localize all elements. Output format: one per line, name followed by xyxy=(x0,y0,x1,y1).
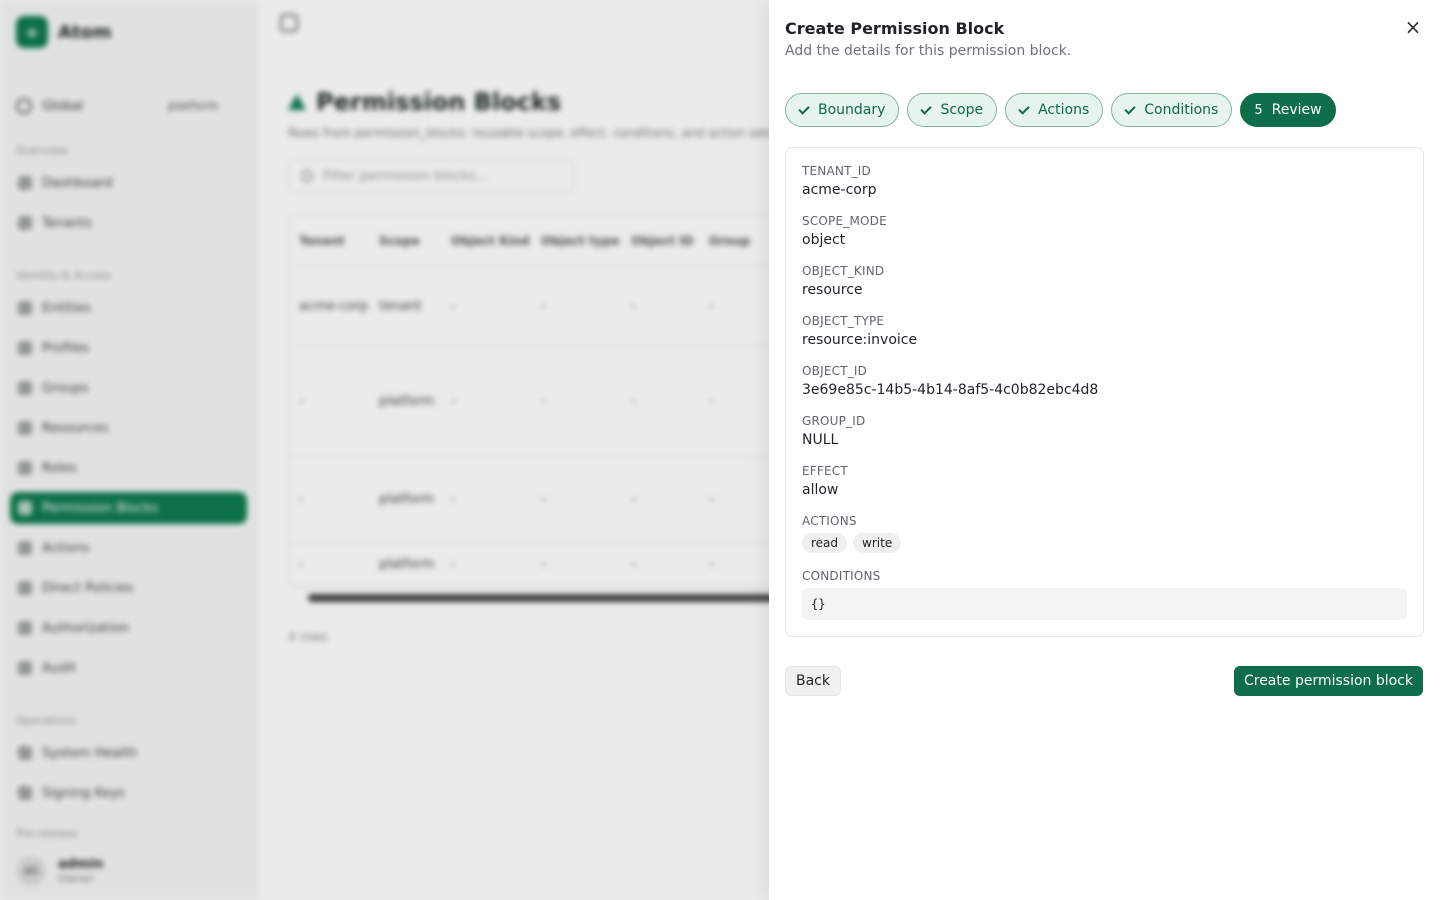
field-label: CONDITIONS xyxy=(802,569,881,583)
field-label: OBJECT_TYPE xyxy=(802,314,885,328)
step-label: Actions xyxy=(1038,102,1090,118)
field-value: allow xyxy=(802,482,839,498)
step-conditions[interactable]: Conditions xyxy=(1111,93,1233,127)
create-permission-block-button[interactable]: Create permission block xyxy=(1233,666,1423,696)
step-review[interactable]: 5 Review xyxy=(1240,93,1336,127)
field-label: OBJECT_ID xyxy=(802,364,868,378)
field-group-id: GROUP_ID NULL xyxy=(802,414,1407,448)
field-scope-mode: SCOPE_MODE object xyxy=(802,214,1407,248)
conditions-code: {} xyxy=(802,588,1407,620)
panel-title: Create Permission Block xyxy=(785,19,1005,38)
field-value: object xyxy=(802,232,846,248)
field-value: resource xyxy=(802,282,863,298)
check-icon xyxy=(1124,102,1136,115)
check-icon xyxy=(1018,102,1030,115)
field-label: ACTIONS xyxy=(802,514,857,528)
field-object-type: OBJECT_TYPE resource:invoice xyxy=(802,314,1407,348)
field-object-kind: OBJECT_KIND resource xyxy=(802,264,1407,298)
create-permission-block-panel: Create Permission Block Add the details … xyxy=(769,0,1440,900)
step-label: Boundary xyxy=(818,102,886,118)
action-chips: read write xyxy=(802,533,1407,553)
step-label: Conditions xyxy=(1144,102,1219,118)
close-button[interactable]: × xyxy=(1402,15,1424,39)
field-value: 3e69e85c-14b5-4b14-8af5-4c0b82ebc4d8 xyxy=(802,382,1099,398)
field-object-id: OBJECT_ID 3e69e85c-14b5-4b14-8af5-4c0b82… xyxy=(802,364,1407,398)
field-actions: ACTIONS read write xyxy=(802,514,1407,553)
field-conditions: CONDITIONS {} xyxy=(802,569,1407,620)
field-tenant-id: TENANT_ID acme-corp xyxy=(802,164,1407,198)
panel-description: Add the details for this permission bloc… xyxy=(785,43,1072,59)
step-actions[interactable]: Actions xyxy=(1005,93,1104,127)
step-label: Scope xyxy=(940,102,984,118)
step-scope[interactable]: Scope xyxy=(907,93,998,127)
step-boundary[interactable]: Boundary xyxy=(785,93,900,127)
back-button[interactable]: Back xyxy=(785,666,841,696)
field-effect: EFFECT allow xyxy=(802,464,1407,498)
field-value: resource:invoice xyxy=(802,332,918,348)
field-label: SCOPE_MODE xyxy=(802,214,887,228)
field-value: acme-corp xyxy=(802,182,877,198)
field-label: EFFECT xyxy=(802,464,848,478)
step-label: Review xyxy=(1271,102,1322,118)
check-icon xyxy=(920,102,933,115)
panel-actions: Back Create permission block xyxy=(785,666,1424,696)
review-summary: TENANT_ID acme-corp SCOPE_MODE object OB… xyxy=(785,147,1424,637)
field-label: TENANT_ID xyxy=(802,164,871,178)
action-chip: read xyxy=(802,533,848,553)
field-value: NULL xyxy=(802,432,839,448)
step-number: 5 xyxy=(1254,102,1263,118)
wizard-steps: Boundary Scope Actions Conditions 5 Revi… xyxy=(785,93,1424,127)
field-label: OBJECT_KIND xyxy=(802,264,885,278)
action-chip: write xyxy=(853,533,902,553)
check-icon xyxy=(798,102,810,115)
field-label: GROUP_ID xyxy=(802,414,866,428)
